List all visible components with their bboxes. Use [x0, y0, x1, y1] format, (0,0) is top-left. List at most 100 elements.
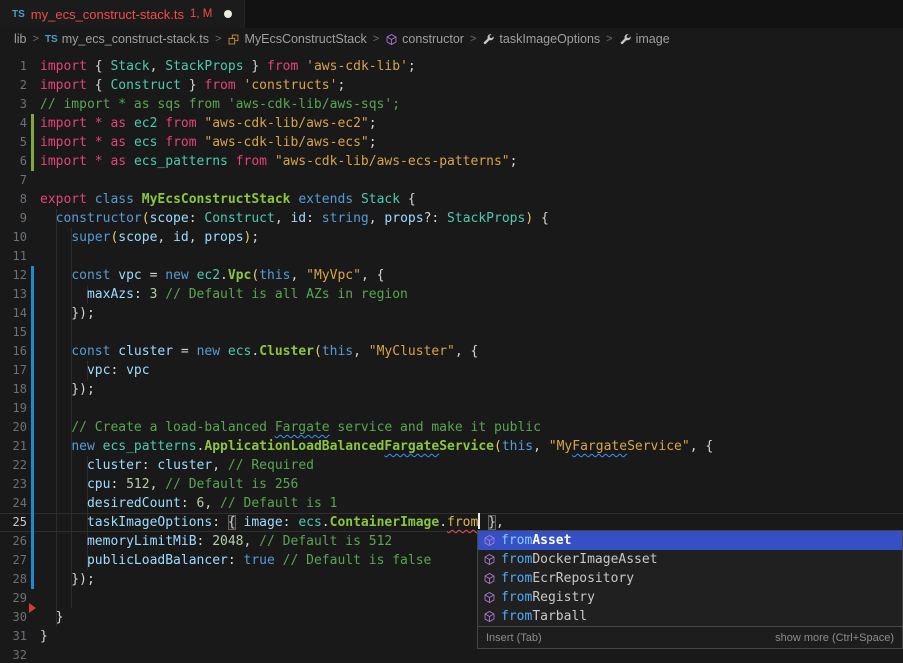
line-number[interactable]: 5 — [0, 133, 27, 152]
code-token: vpc — [118, 268, 141, 283]
code-line-23[interactable]: 23 cpu: 512, // Default is 256 — [0, 475, 903, 494]
line-number[interactable]: 7 — [0, 171, 27, 190]
code-line-13[interactable]: 13 maxAzs: 3 // Default is all AZs in re… — [0, 285, 903, 304]
code-line-20[interactable]: 20 // Create a load-balanced Fargate ser… — [0, 418, 903, 437]
code-line-8[interactable]: 8export class MyEcsConstructStack extend… — [0, 190, 903, 209]
line-number[interactable]: 11 — [0, 247, 27, 266]
code-line-7[interactable]: 7 — [0, 171, 903, 190]
line-number[interactable]: 4 — [0, 114, 27, 133]
code-token: memoryLimitMiB — [87, 534, 197, 549]
line-number[interactable]: 27 — [0, 551, 27, 570]
code-line-5[interactable]: 5import * as ecs from "aws-cdk-lib/aws-e… — [0, 133, 903, 152]
breadcrumb-item-my_ecs_construct-stack.ts[interactable]: TSmy_ecs_construct-stack.ts — [45, 32, 209, 46]
code-line-24[interactable]: 24 desiredCount: 6, // Default is 1 — [0, 494, 903, 513]
suggestion-label: fromEcrRepository — [501, 569, 634, 588]
breadcrumb-item-taskImageOptions[interactable]: taskImageOptions — [482, 32, 600, 46]
code-token: this — [502, 439, 533, 454]
code-text: cluster: cluster, // Required — [40, 456, 314, 475]
suggestion-item-fromTarball[interactable]: fromTarball — [478, 607, 902, 626]
line-number[interactable]: 1 — [0, 57, 27, 76]
code-token — [40, 344, 71, 359]
code-token: ecs_patterns — [103, 439, 197, 454]
git-gutter-add-marker — [27, 114, 40, 133]
line-number[interactable]: 18 — [0, 380, 27, 399]
line-number[interactable]: 3 — [0, 95, 27, 114]
git-gutter-mod-marker — [27, 304, 40, 323]
breadcrumb-item-image[interactable]: image — [619, 32, 670, 46]
code-token: scope — [150, 211, 189, 226]
git-gutter — [27, 57, 40, 76]
code-text: vpc: vpc — [40, 361, 150, 380]
method-icon — [385, 33, 398, 46]
code-line-18[interactable]: 18 }); — [0, 380, 903, 399]
line-number[interactable]: 6 — [0, 152, 27, 171]
breadcrumb-item-MyEcsConstructStack[interactable]: MyEcsConstructStack — [227, 32, 366, 46]
code-token — [40, 420, 71, 435]
code-token — [87, 192, 95, 207]
show-more-hint-label: show more (Ctrl+Space) — [775, 632, 894, 644]
code-line-1[interactable]: 1import { Stack, StackProps } from 'aws-… — [0, 57, 903, 76]
suggestion-item-fromAsset[interactable]: fromAsset — [478, 531, 902, 550]
code-line-15[interactable]: 15 — [0, 323, 903, 342]
line-number[interactable]: 32 — [0, 646, 27, 663]
line-number[interactable]: 29 — [0, 589, 27, 608]
line-number[interactable]: 17 — [0, 361, 27, 380]
code-token: }); — [40, 306, 95, 321]
code-token: true — [244, 553, 275, 568]
code-line-11[interactable]: 11 — [0, 247, 903, 266]
line-number[interactable]: 22 — [0, 456, 27, 475]
line-number[interactable]: 20 — [0, 418, 27, 437]
code-line-21[interactable]: 21 new ecs_patterns.ApplicationLoadBalan… — [0, 437, 903, 456]
line-number[interactable]: 10 — [0, 228, 27, 247]
git-gutter — [27, 171, 40, 190]
code-line-22[interactable]: 22 cluster: cluster, // Required — [0, 456, 903, 475]
code-line-4[interactable]: 4import * as ec2 from "aws-cdk-lib/aws-e… — [0, 114, 903, 133]
line-number[interactable]: 9 — [0, 209, 27, 228]
git-gutter — [27, 247, 40, 266]
code-line-19[interactable]: 19 — [0, 399, 903, 418]
line-number[interactable]: 25 — [0, 513, 27, 532]
code-line-6[interactable]: 6import * as ecs_patterns from "aws-cdk-… — [0, 152, 903, 171]
line-number[interactable]: 24 — [0, 494, 27, 513]
breadcrumb-label: my_ecs_construct-stack.ts — [62, 32, 209, 46]
code-line-3[interactable]: 3// import * as sqs from 'aws-cdk-lib/aw… — [0, 95, 903, 114]
line-number[interactable]: 30 — [0, 608, 27, 627]
code-line-2[interactable]: 2import { Construct } from 'constructs'; — [0, 76, 903, 95]
line-number[interactable]: 8 — [0, 190, 27, 209]
code-token: ( — [314, 344, 322, 359]
code-token: cluster — [87, 458, 142, 473]
code-token: * — [95, 116, 103, 131]
editor-tab[interactable]: TS my_ecs_construct-stack.ts 1, M — [0, 0, 245, 28]
breadcrumb-item-constructor[interactable]: constructor — [385, 32, 464, 46]
line-number[interactable]: 12 — [0, 266, 27, 285]
suggestion-list: fromAssetfromDockerImageAssetfromEcrRepo… — [478, 531, 902, 626]
unsaved-changes-dot-icon[interactable] — [224, 10, 232, 18]
code-line-10[interactable]: 10 super(scope, id, props); — [0, 228, 903, 247]
code-line-9[interactable]: 9 constructor(scope: Construct, id: stri… — [0, 209, 903, 228]
line-number[interactable]: 13 — [0, 285, 27, 304]
line-number[interactable]: 2 — [0, 76, 27, 95]
suggestion-item-fromRegistry[interactable]: fromRegistry — [478, 588, 902, 607]
code-token: ecs — [134, 135, 157, 150]
code-line-14[interactable]: 14 }); — [0, 304, 903, 323]
code-line-17[interactable]: 17 vpc: vpc — [0, 361, 903, 380]
git-gutter — [27, 190, 40, 209]
code-token: , — [369, 211, 385, 226]
code-token — [87, 154, 95, 169]
line-number[interactable]: 14 — [0, 304, 27, 323]
line-number[interactable]: 26 — [0, 532, 27, 551]
line-number[interactable]: 28 — [0, 570, 27, 589]
line-number[interactable]: 19 — [0, 399, 27, 418]
breadcrumb-item-lib[interactable]: lib — [14, 32, 27, 46]
code-token: new — [197, 344, 220, 359]
suggestion-item-fromDockerImageAsset[interactable]: fromDockerImageAsset — [478, 550, 902, 569]
suggestion-item-fromEcrRepository[interactable]: fromEcrRepository — [478, 569, 902, 588]
code-token — [87, 116, 95, 131]
code-line-16[interactable]: 16 const cluster = new ecs.Cluster(this,… — [0, 342, 903, 361]
line-number[interactable]: 31 — [0, 627, 27, 646]
line-number[interactable]: 16 — [0, 342, 27, 361]
code-line-12[interactable]: 12 const vpc = new ec2.Vpc(this, "MyVpc"… — [0, 266, 903, 285]
line-number[interactable]: 21 — [0, 437, 27, 456]
line-number[interactable]: 23 — [0, 475, 27, 494]
line-number[interactable]: 15 — [0, 323, 27, 342]
